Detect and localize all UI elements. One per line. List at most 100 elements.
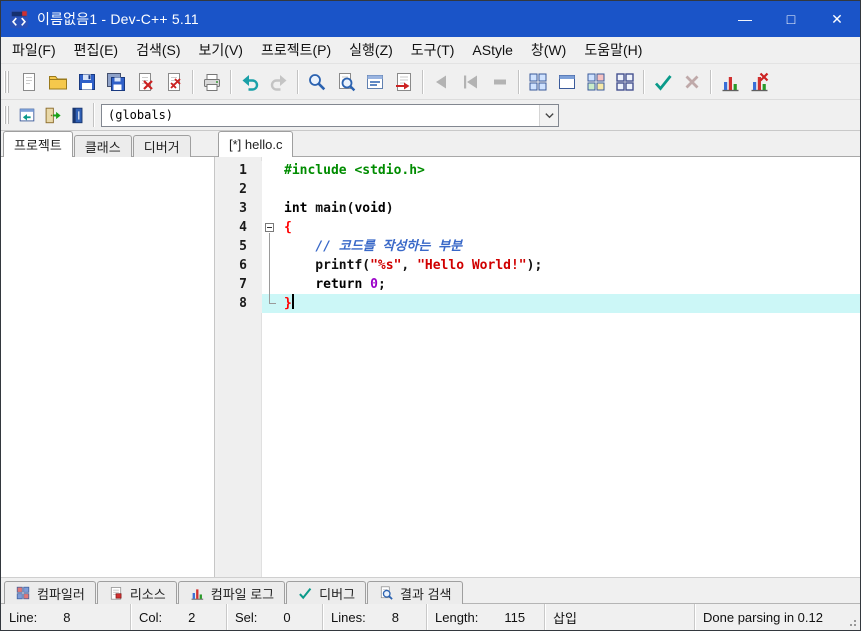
run-button[interactable]	[552, 67, 581, 96]
close-all-button[interactable]	[159, 67, 188, 96]
maximize-button[interactable]: □	[768, 1, 814, 37]
code-line[interactable]: 4{	[218, 218, 860, 237]
resize-grip[interactable]	[854, 624, 856, 626]
tab-debug[interactable]: 디버그	[286, 581, 367, 604]
goto-function-icon	[42, 105, 62, 125]
syntax-check-button[interactable]	[648, 67, 677, 96]
next-breakpoint-icon	[460, 71, 482, 93]
tab-resources-label: 리소스	[129, 586, 166, 602]
redo-button[interactable]	[264, 67, 293, 96]
code-editor[interactable]: 1 #include <stdio.h> 2 3 int main(void) 4{5 /…	[218, 157, 860, 577]
code-line[interactable]: 2	[218, 180, 860, 199]
rebuild-all-button[interactable]	[610, 67, 639, 96]
panel-tab-2[interactable]: 클래스	[73, 135, 132, 157]
menu-item[interactable]: 파일(F)	[3, 37, 65, 63]
code-text: return 0;	[279, 275, 860, 294]
tab-resources[interactable]: 리소스	[96, 581, 177, 604]
code-segment: // 코드를 작성하는 부분	[315, 239, 463, 254]
code-line[interactable]: 6 printf("%s", "Hello World!");	[218, 256, 860, 275]
menu-item[interactable]: 편집(E)	[65, 37, 127, 63]
menu-item[interactable]: AStyle	[463, 37, 521, 63]
code-line[interactable]: 8}	[218, 294, 860, 313]
tab-compiler[interactable]: 컴파일러	[4, 581, 96, 604]
print-button[interactable]	[197, 67, 226, 96]
abort-compile-button[interactable]	[677, 67, 706, 96]
code-line[interactable]: 7 return 0;	[218, 275, 860, 294]
next-breakpoint-button[interactable]	[456, 67, 485, 96]
chevron-down-icon	[544, 110, 555, 121]
app-icon	[9, 9, 29, 29]
menu-item[interactable]: 창(W)	[522, 37, 575, 63]
tab-search-results[interactable]: 결과 검색	[367, 581, 463, 604]
code-segment: "Hello World!"	[417, 258, 527, 273]
profile-button[interactable]	[715, 67, 744, 96]
code-text: printf("%s", "Hello World!");	[279, 256, 860, 275]
save-button[interactable]	[72, 67, 101, 96]
goto-line-button[interactable]	[389, 67, 418, 96]
code-segment: printf(	[284, 258, 371, 273]
titlebar[interactable]: 이름없음1 - Dev-C++ 5.11 — □ ✕	[1, 1, 860, 37]
find-in-files-button[interactable]	[331, 67, 360, 96]
code-line[interactable]: 1 #include <stdio.h>	[218, 161, 860, 180]
stop-execution-button[interactable]	[485, 67, 514, 96]
code-line[interactable]: 3 int main(void)	[218, 199, 860, 218]
menu-item[interactable]: 실행(Z)	[340, 37, 402, 63]
step-over-button[interactable]	[427, 67, 456, 96]
code-segment: #include <stdio.h>	[284, 163, 425, 178]
undo-icon	[239, 71, 261, 93]
fold-line-end	[269, 303, 276, 304]
fold-margin	[262, 294, 279, 313]
menu-item[interactable]: 도구(T)	[402, 37, 464, 63]
project-panel[interactable]	[1, 157, 215, 577]
menu-item[interactable]: 도움말(H)	[575, 37, 651, 63]
stop-execution-icon	[489, 71, 511, 93]
code-line[interactable]: 5 // 코드를 작성하는 부분	[218, 237, 860, 256]
save-icon	[76, 71, 98, 93]
panel-tab-label: 클래스	[84, 140, 121, 155]
close-file-button[interactable]	[130, 67, 159, 96]
editor-tab-label: [*] hello.c	[229, 137, 283, 152]
profile-delete-button[interactable]	[744, 67, 773, 96]
fold-margin	[262, 161, 279, 180]
replace-button[interactable]	[360, 67, 389, 96]
compiler-icon	[15, 585, 31, 601]
line-number: 6	[218, 256, 262, 275]
compile-run-button[interactable]	[581, 67, 610, 96]
tab-compile-log[interactable]: 컴파일 로그	[177, 581, 286, 604]
menu-item[interactable]: 보기(V)	[190, 37, 252, 63]
goto-function-button[interactable]	[39, 103, 64, 128]
line-number: 8	[218, 294, 262, 313]
minimize-button[interactable]: —	[722, 1, 768, 37]
abort-compile-icon	[681, 71, 703, 93]
menu-item[interactable]: 검색(S)	[127, 37, 189, 63]
toolbar-grip[interactable]	[4, 70, 9, 93]
fold-toggle-icon[interactable]	[265, 223, 274, 232]
print-icon	[201, 71, 223, 93]
combo-dropdown-button[interactable]	[539, 104, 558, 126]
toggle-explorer-button[interactable]	[14, 103, 39, 128]
code-text: // 코드를 작성하는 부분	[279, 237, 860, 256]
class-browser-combobox[interactable]: (globals)	[101, 103, 559, 127]
status-line-value: 8	[63, 609, 71, 625]
compile-button[interactable]	[523, 67, 552, 96]
close-all-icon	[163, 71, 185, 93]
close-button[interactable]: ✕	[814, 1, 860, 37]
fold-margin	[262, 275, 279, 294]
menu-item[interactable]: 프로젝트(P)	[252, 37, 340, 63]
toolbar-grip[interactable]	[4, 106, 9, 124]
toolbar-separator	[710, 69, 711, 94]
find-button[interactable]	[302, 67, 331, 96]
class-browser-button[interactable]	[64, 103, 89, 128]
compile-log-icon	[189, 585, 205, 601]
panel-tab-1[interactable]: 프로젝트	[3, 131, 73, 157]
toolbar-separator	[192, 69, 193, 94]
resources-icon	[108, 585, 124, 601]
open-file-button[interactable]	[43, 67, 72, 96]
editor-tab-1[interactable]: [*] hello.c	[218, 131, 294, 157]
save-all-button[interactable]	[101, 67, 130, 96]
panel-tab-3[interactable]: 디버거	[132, 135, 191, 157]
new-file-button[interactable]	[14, 67, 43, 96]
status-length-value: 115	[504, 609, 526, 625]
undo-button[interactable]	[235, 67, 264, 96]
